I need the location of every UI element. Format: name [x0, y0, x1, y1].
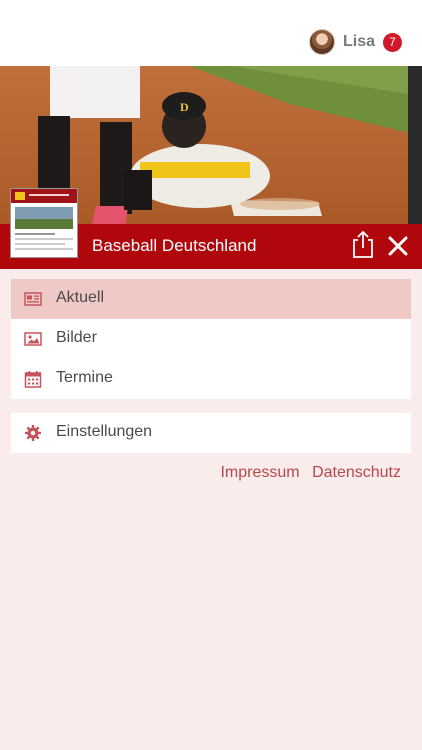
top-bar: Lisa 7: [0, 0, 422, 66]
menu-item-label: Aktuell: [56, 289, 105, 306]
notification-badge[interactable]: 7: [383, 32, 402, 52]
user-name[interactable]: Lisa: [343, 33, 375, 51]
share-icon: [353, 230, 373, 258]
close-icon: [388, 236, 408, 256]
site-title: Baseball Deutschland: [92, 236, 257, 255]
menu-item-bilder[interactable]: Bilder: [11, 319, 411, 359]
menu-item-aktuell[interactable]: Aktuell: [11, 279, 411, 319]
gear-icon: [25, 425, 41, 441]
avatar[interactable]: [308, 29, 335, 55]
close-button[interactable]: [386, 234, 410, 258]
newspaper-icon: [24, 292, 42, 306]
calendar-icon: [24, 371, 42, 388]
share-button[interactable]: [349, 229, 377, 259]
settings-menu: Einstellungen: [11, 413, 411, 453]
menu-item-label: Termine: [56, 369, 113, 386]
site-thumbnail-image: [11, 189, 77, 257]
svg-text:D: D: [180, 100, 189, 114]
menu-item-einstellungen[interactable]: Einstellungen: [11, 413, 411, 453]
main-menu: Aktuell Bilder Termine: [11, 279, 411, 399]
menu-item-termine[interactable]: Termine: [11, 359, 411, 399]
impressum-link[interactable]: Impressum: [220, 464, 299, 481]
menu-item-label: Einstellungen: [56, 423, 153, 440]
menu-item-label: Bilder: [56, 329, 97, 346]
footer-links: Impressum Datenschutz: [212, 464, 401, 482]
user-profile[interactable]: Lisa 7: [308, 29, 402, 55]
site-thumbnail[interactable]: [10, 188, 78, 258]
image-icon: [24, 332, 42, 346]
datenschutz-link[interactable]: Datenschutz: [312, 464, 401, 481]
